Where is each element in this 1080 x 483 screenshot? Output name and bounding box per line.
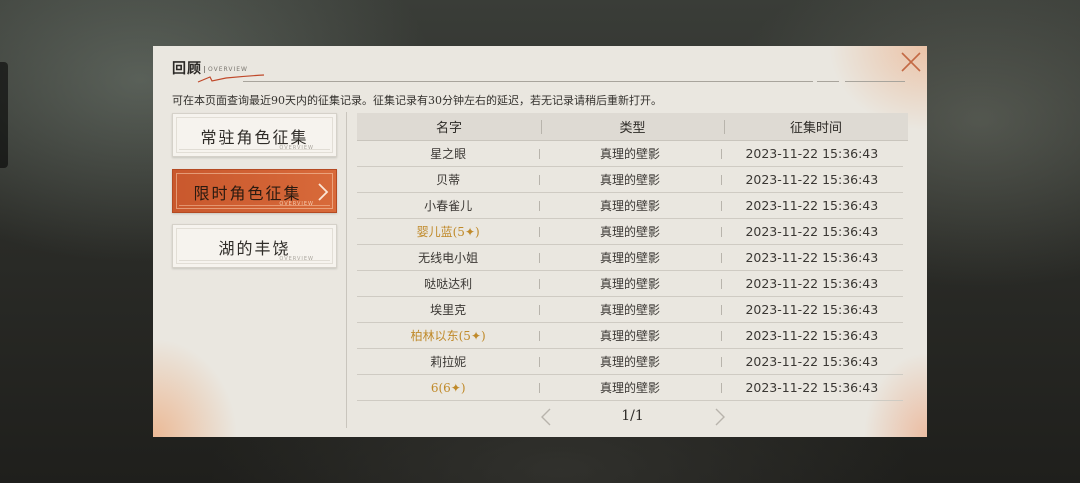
category-deco: OVERVIEW — [279, 256, 314, 262]
notice-text: 可在本页面查询最近90天内的征集记录。征集记录有30分钟左右的延迟，若无记录请稍… — [172, 94, 662, 107]
category-deco: OVERVIEW — [279, 201, 314, 207]
header-divider-segment — [845, 81, 905, 82]
row-time: 2023-11-22 15:36:43 — [721, 302, 903, 317]
row-time: 2023-11-22 15:36:43 — [721, 172, 903, 187]
table-row: 婴儿蓝(5✦) 真理的壁影 2023-11-22 15:36:43 — [357, 219, 903, 245]
table-row: 6(6✦) 真理的壁影 2023-11-22 15:36:43 — [357, 375, 903, 401]
header-name: 名字 — [435, 121, 462, 136]
gacha-history-panel: 回顾 OVERVIEW 可在本页面查询最近90天内的征集记录。征集记录有30分钟… — [153, 46, 927, 437]
row-time: 2023-11-22 15:36:43 — [721, 198, 903, 213]
panel-subtitle: OVERVIEW — [204, 66, 248, 73]
header-time: 征集时间 — [724, 117, 908, 136]
table-row: 贝蒂 真理的壁影 2023-11-22 15:36:43 — [357, 167, 903, 193]
row-time: 2023-11-22 15:36:43 — [721, 146, 903, 161]
chevron-right-icon[interactable] — [713, 408, 727, 426]
title-swoosh-icon — [197, 74, 265, 83]
edge-handle — [0, 62, 8, 168]
row-type: 真理的壁影 — [539, 249, 720, 266]
row-name: 无线电小姐 — [418, 251, 479, 265]
table-row: 埃里克 真理的壁影 2023-11-22 15:36:43 — [357, 297, 903, 323]
row-name: 莉拉妮 — [430, 355, 467, 369]
row-type: 真理的壁影 — [539, 197, 720, 214]
row-type: 真理的壁影 — [539, 275, 720, 292]
panel-header: 回顾 OVERVIEW — [172, 58, 265, 83]
table-header: 名字 类型 征集时间 — [357, 113, 908, 141]
table-row: 莉拉妮 真理的壁影 2023-11-22 15:36:43 — [357, 349, 903, 375]
row-name: 星之眼 — [430, 147, 467, 161]
row-name: 6(6✦) — [430, 380, 466, 395]
row-name: 埃里克 — [430, 303, 467, 317]
history-table: 名字 类型 征集时间 星之眼 真理的壁影 2023-11-22 15:36:43 贝蒂… — [357, 113, 908, 401]
row-name: 哒哒达利 — [424, 277, 473, 291]
category-button-standard[interactable]: 常驻角色征集 OVERVIEW — [172, 113, 337, 157]
page-indicator: 1/1 — [621, 408, 644, 424]
row-time: 2023-11-22 15:36:43 — [721, 328, 903, 343]
sidebar-divider — [346, 112, 347, 428]
row-name: 贝蒂 — [436, 173, 461, 187]
category-button-limited[interactable]: 限时角色征集 OVERVIEW — [172, 169, 337, 213]
row-type: 真理的壁影 — [539, 353, 720, 370]
row-type: 真理的壁影 — [539, 145, 720, 162]
category-deco: OVERVIEW — [279, 145, 314, 151]
row-time: 2023-11-22 15:36:43 — [721, 224, 903, 239]
row-time: 2023-11-22 15:36:43 — [721, 276, 903, 291]
pagination: 1/1 — [357, 406, 908, 428]
row-type: 真理的壁影 — [539, 171, 720, 188]
table-body: 星之眼 真理的壁影 2023-11-22 15:36:43 贝蒂 真理的壁影 2023-1… — [357, 141, 908, 401]
table-row: 小春雀儿 真理的壁影 2023-11-22 15:36:43 — [357, 193, 903, 219]
close-icon[interactable] — [899, 50, 923, 74]
row-time: 2023-11-22 15:36:43 — [721, 354, 903, 369]
header-divider — [243, 81, 813, 82]
table-row: 哒哒达利 真理的壁影 2023-11-22 15:36:43 — [357, 271, 903, 297]
row-type: 真理的壁影 — [539, 327, 720, 344]
row-type: 真理的壁影 — [539, 379, 720, 396]
row-time: 2023-11-22 15:36:43 — [721, 380, 903, 395]
header-type: 类型 — [541, 117, 724, 136]
row-type: 真理的壁影 — [539, 301, 720, 318]
row-time: 2023-11-22 15:36:43 — [721, 250, 903, 265]
category-button-lake-bounty[interactable]: 湖的丰饶 OVERVIEW — [172, 224, 337, 268]
header-divider-segment — [817, 81, 839, 82]
row-name: 柏林以东(5✦) — [410, 329, 486, 343]
row-name: 婴儿蓝(5✦) — [416, 225, 480, 239]
table-row: 无线电小姐 真理的壁影 2023-11-22 15:36:43 — [357, 245, 903, 271]
row-name: 小春雀儿 — [424, 199, 473, 213]
chevron-right-icon — [318, 183, 329, 201]
row-type: 真理的壁影 — [539, 223, 720, 240]
table-row: 星之眼 真理的壁影 2023-11-22 15:36:43 — [357, 141, 903, 167]
footer-divider — [346, 414, 347, 426]
table-row: 柏林以东(5✦) 真理的壁影 2023-11-22 15:36:43 — [357, 323, 903, 349]
